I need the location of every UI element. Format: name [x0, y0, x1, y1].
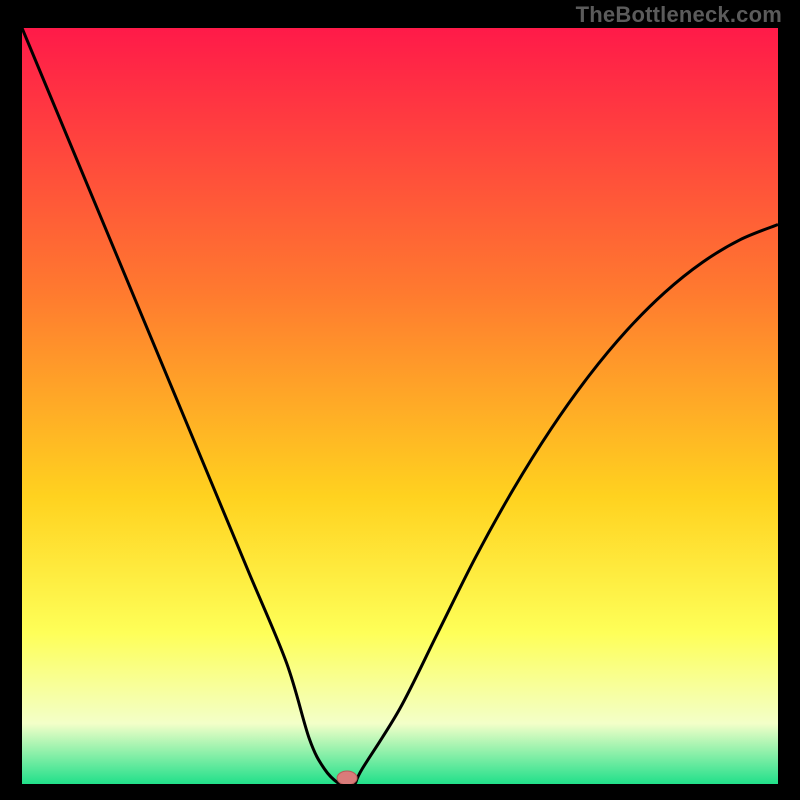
chart-svg [22, 28, 778, 784]
gradient-background [22, 28, 778, 784]
optimum-marker [337, 771, 357, 784]
watermark-text: TheBottleneck.com [576, 2, 782, 28]
plot-frame [22, 28, 778, 784]
chart-container: TheBottleneck.com [0, 0, 800, 800]
